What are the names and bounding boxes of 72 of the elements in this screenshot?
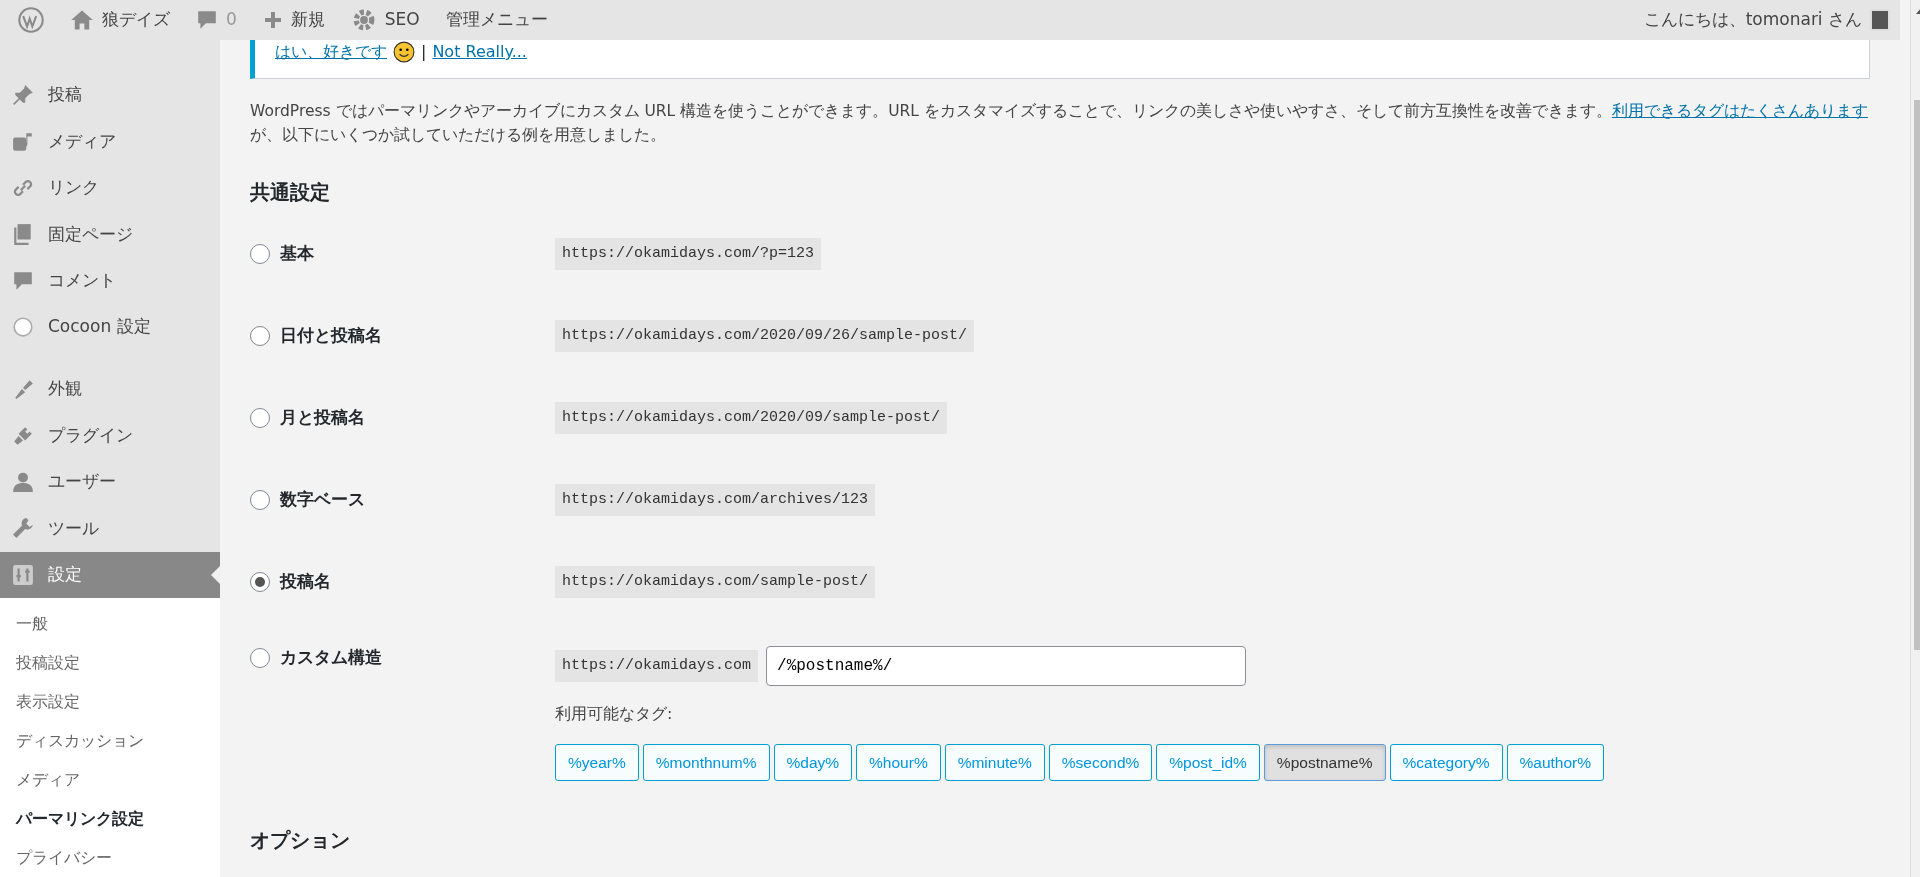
url-example: https://okamidays.com/?p=123 — [555, 237, 822, 271]
tag-button[interactable]: %postname% — [1263, 744, 1386, 782]
tag-button[interactable]: %minute% — [944, 744, 1045, 782]
sidebar-menu-item[interactable]: 投稿 — [0, 72, 220, 119]
sidebar-menu-item[interactable]: ユーザー — [0, 458, 220, 506]
media-icon — [12, 130, 34, 153]
section-heading: 共通設定 — [250, 179, 331, 207]
structure-input-field[interactable]: /%postname%/ — [766, 646, 1247, 687]
url-example: https://okamidays.com/2020/09/sample-post/ — [555, 401, 948, 435]
submenu-link[interactable]: 一般 — [0, 603, 220, 643]
sidebar-menu-item[interactable]: リンク — [0, 164, 220, 212]
pages-icon — [12, 223, 34, 246]
yes-link[interactable]: はい、好きです — [275, 40, 387, 64]
intro-paragraph: WordPress ではパーマリンクやアーカイブにカスタム URL 構造を使うことができます。URL をカスタマイズすることで、リンクの美しさや使いやすさ、そして前方互換性を改善できます。利用できるタグはたくさんあります が、以下にいくつか試していただける例を用意しました。 — [250, 101, 1869, 146]
option-label: 基本 — [280, 242, 314, 265]
radio-button[interactable] — [250, 244, 270, 265]
admin-menu-link[interactable]: 管理メニュー — [445, 7, 548, 33]
radio-button[interactable] — [250, 572, 270, 593]
option-label: 投稿名 — [280, 570, 331, 593]
circle-icon — [12, 316, 34, 339]
sidebar-menu-item[interactable]: Cocoon 設定 — [0, 303, 220, 351]
sidebar-menu-item[interactable]: ツール — [0, 505, 220, 552]
smiley-icon — [393, 41, 415, 63]
tag-button[interactable]: %year% — [555, 744, 639, 782]
tag-button[interactable]: %monthnum% — [642, 744, 770, 782]
speech-bubble-icon — [12, 269, 34, 292]
sidebar-menu-item[interactable]: メディア — [0, 118, 220, 165]
submenu-link[interactable]: メディア — [0, 759, 220, 799]
submenu-link[interactable]: 投稿設定 — [0, 642, 220, 682]
tag-button[interactable]: %second% — [1048, 744, 1153, 782]
sidebar-menu-item[interactable]: コメント — [0, 257, 220, 304]
submenu-link[interactable]: ディスカッション — [0, 720, 220, 760]
submenu-link[interactable]: 表示設定 — [0, 681, 220, 721]
tag-button[interactable]: %post_id% — [1156, 744, 1260, 782]
separator-text: | — [421, 41, 427, 63]
radio-button[interactable] — [250, 408, 270, 429]
wrench-icon — [12, 517, 34, 540]
seo-link[interactable]: SEO — [384, 7, 420, 33]
url-example: https://okamidays.com/sample-post/ — [555, 565, 876, 599]
tag-button[interactable]: %hour% — [856, 744, 941, 782]
submenu-link[interactable]: プライバシー — [0, 837, 220, 877]
plus-icon — [262, 10, 283, 30]
url-prefix: https://okamidays.com — [555, 649, 759, 683]
user-icon — [12, 471, 34, 493]
new-link[interactable]: 新規 — [290, 7, 325, 33]
tags-link[interactable]: 利用できるタグはたくさんあります — [1611, 102, 1868, 120]
home-icon — [70, 8, 94, 32]
tag-button[interactable]: %day% — [773, 744, 853, 782]
greeting-text[interactable]: こんにちは、tomonari さん — [1643, 7, 1862, 33]
sidebar-menu-item[interactable]: 外観 — [0, 366, 220, 413]
tags-label: 利用可能なタグ: — [555, 703, 674, 726]
radio-button[interactable] — [250, 490, 270, 511]
radio-button[interactable] — [250, 648, 270, 669]
speech-bubble-icon — [196, 9, 218, 31]
pin-icon — [12, 84, 34, 107]
submenu-link[interactable]: パーマリンク設定 — [0, 798, 220, 838]
url-example: https://okamidays.com/2020/09/26/sample-post/ — [555, 319, 975, 353]
avatar-placeholder[interactable] — [1870, 9, 1890, 31]
sidebar-menu-item[interactable]: 設定 — [0, 551, 220, 598]
option-label: 日付と投稿名 — [280, 324, 382, 347]
option-label: カスタム構造 — [280, 647, 382, 670]
radio-button[interactable] — [250, 326, 270, 347]
sliders-icon — [12, 563, 34, 586]
section-heading: オプション — [250, 827, 351, 855]
sidebar-menu-item[interactable]: プラグイン — [0, 412, 220, 459]
option-label: 数字ベース — [280, 488, 365, 511]
url-example: https://okamidays.com/archives/123 — [555, 483, 876, 517]
option-label: 月と投稿名 — [280, 406, 365, 429]
not-really-link[interactable]: Not Really... — [432, 40, 527, 64]
site-name-link[interactable]: 狼デイズ — [102, 7, 170, 33]
wordpress-logo-icon — [18, 7, 44, 33]
sidebar-menu-item[interactable]: 固定ページ — [0, 211, 220, 258]
